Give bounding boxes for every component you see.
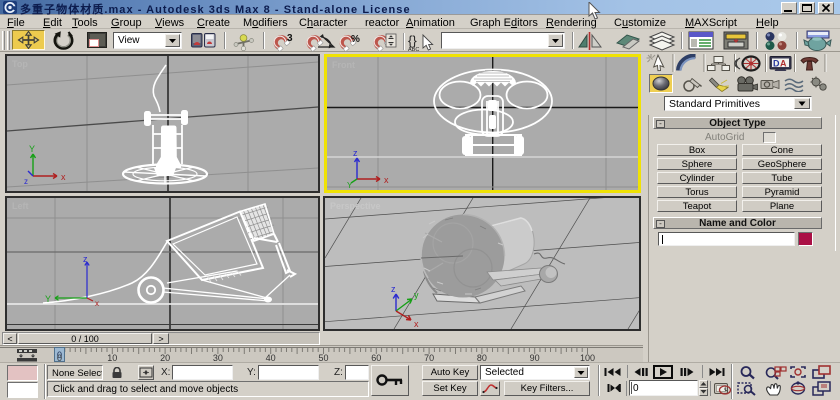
svg-text:Front: Front [332,60,355,70]
svg-text:z: z [391,284,396,294]
svg-text:D: D [773,59,780,69]
svg-text:Y: Y [45,294,51,304]
svg-text:Y: Y [29,144,35,154]
svg-text:{}: {} [408,33,417,48]
svg-text:z: z [353,148,358,158]
svg-text:z: z [24,177,28,186]
svg-text:y: y [414,290,419,300]
svg-text:Y: Y [347,181,353,190]
svg-text:Top: Top [12,59,28,69]
svg-text:x: x [61,172,66,182]
svg-text:x: x [384,175,389,185]
svg-text:3: 3 [287,33,293,44]
svg-text:Left: Left [12,201,29,211]
svg-text:Perspective: Perspective [330,201,381,211]
svg-text:ABC: ABC [408,47,419,52]
svg-text:%: % [351,34,360,45]
svg-text:A: A [780,59,787,69]
svg-text:z: z [83,254,88,264]
svg-text:x: x [414,319,419,329]
svg-text:x: x [95,299,99,308]
